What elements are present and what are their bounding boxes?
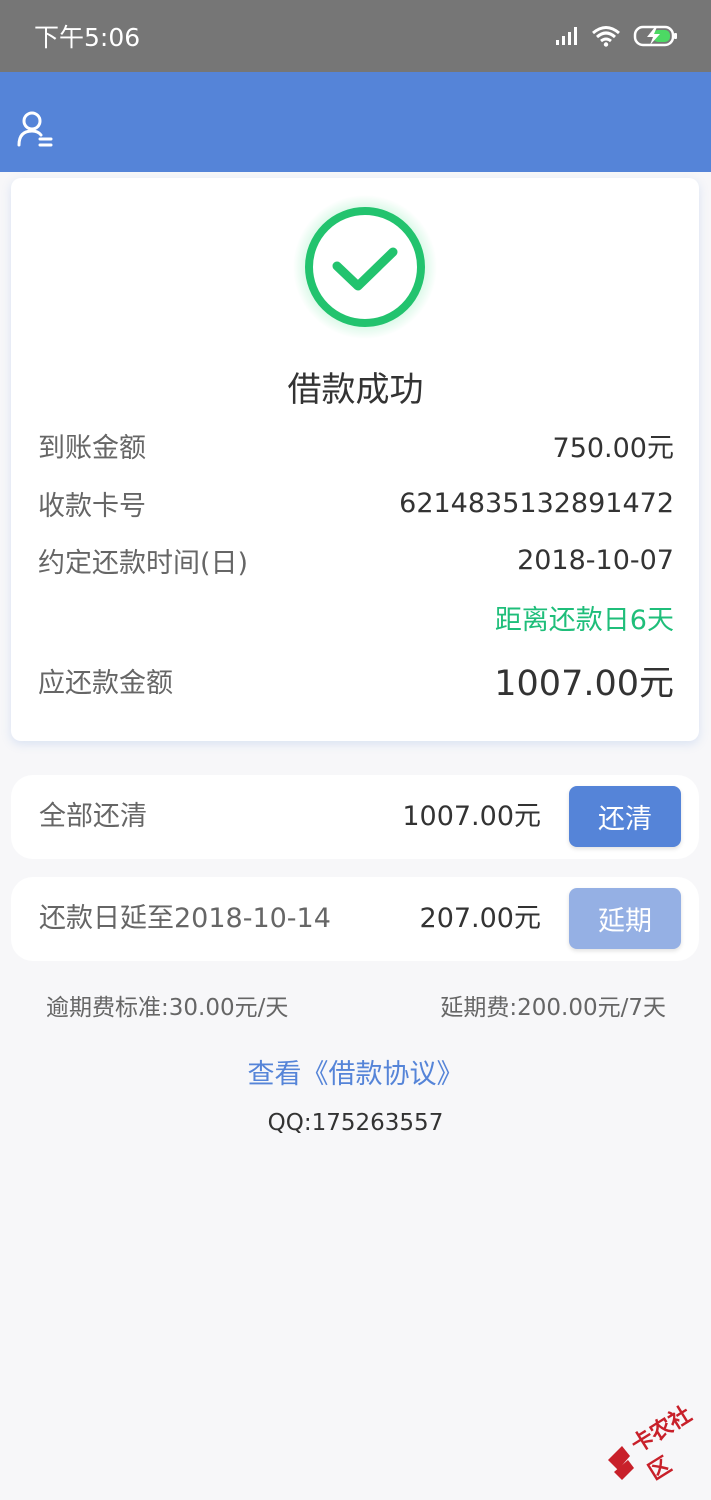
repay-all-amount: 1007.00元 <box>402 801 541 832</box>
amount-due-label: 应还款金额 <box>38 668 173 699</box>
repay-all-button[interactable]: 还清 <box>569 786 681 847</box>
app-header <box>0 72 711 172</box>
signal-icon <box>556 27 577 45</box>
qq-contact: QQ:175263557 <box>267 1110 444 1136</box>
fee-info: 逾期费标准:30.00元/天 延期费:200.00元/7天 <box>46 988 666 1022</box>
repay-all-card: 全部还清 1007.00元 还清 <box>11 775 699 859</box>
loan-agreement-link[interactable]: 查看《借款协议》 <box>0 1052 711 1091</box>
received-amount-row: 到账金额 750.00元 <box>38 426 674 465</box>
received-amount-label: 到账金额 <box>38 433 146 464</box>
check-circle-icon <box>293 195 437 339</box>
due-date-label: 约定还款时间(日) <box>38 548 249 579</box>
extend-label: 还款日延至2018-10-14 <box>39 903 331 934</box>
amount-due-row: 应还款金额 1007.00元 <box>38 655 674 706</box>
amount-due-value: 1007.00元 <box>494 664 674 704</box>
extend-amount: 207.00元 <box>419 903 541 934</box>
due-date-row: 约定还款时间(日) 2018-10-07 <box>38 541 674 580</box>
days-until-due: 距离还款日6天 <box>494 605 674 636</box>
status-bar: 下午5:06 <box>0 0 711 72</box>
extension-fee-text: 延期费:200.00元/7天 <box>440 995 666 1021</box>
status-icons <box>555 25 679 47</box>
extend-card: 还款日延至2018-10-14 207.00元 延期 <box>11 877 699 961</box>
card-number-value: 6214835132891472 <box>399 488 674 519</box>
loan-success-title: 借款成功 <box>287 370 424 410</box>
wifi-icon <box>592 26 620 47</box>
repay-all-label: 全部还清 <box>39 801 147 832</box>
card-number-row: 收款卡号 6214835132891472 <box>38 484 674 523</box>
received-amount-value: 750.00元 <box>552 433 674 464</box>
status-time: 下午5:06 <box>34 23 141 52</box>
user-menu-icon[interactable] <box>16 110 54 148</box>
extend-button[interactable]: 延期 <box>569 888 681 949</box>
due-date-value: 2018-10-07 <box>517 545 674 576</box>
card-number-label: 收款卡号 <box>38 491 146 522</box>
battery-charging-icon <box>633 25 677 47</box>
overdue-fee-text: 逾期费标准:30.00元/天 <box>46 995 289 1021</box>
